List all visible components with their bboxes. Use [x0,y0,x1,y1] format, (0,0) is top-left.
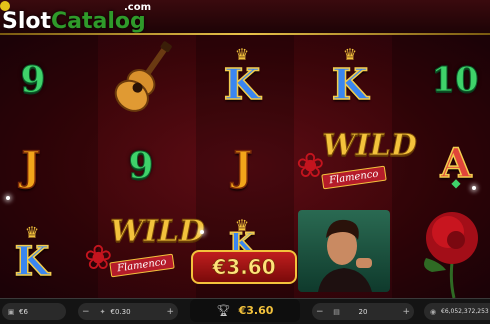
flamenco-banner: Flamenco [109,253,175,278]
symbol-wild: ❀ WILD Flamenco [82,208,205,288]
autoplay-selector: − ▤ 20 + [312,303,414,320]
bet-value: €0.30 [110,307,131,316]
king-letter: K [331,60,369,109]
total-win-value: €3.60 [238,304,274,317]
slotcatalog-watermark: Slot Catalog .com [0,1,151,34]
win-amount-popup: €3.60 [191,250,297,284]
symbol-nine: 9 [20,59,46,102]
jackpot-display: ◉ €6,052,372,253 [424,303,490,320]
rose-icon: ❀ [296,146,325,186]
king-letter: K [223,60,261,109]
rose-icon: ❀ [84,238,113,278]
symbol-king: ♛ K [2,220,62,290]
rose-icon [412,202,490,298]
guitar-icon [100,40,190,115]
symbol-king: ♛ K [318,42,382,114]
king-letter: K [14,238,50,285]
autoplay-icon: ▤ [333,307,340,316]
autoplay-increase-button[interactable]: + [398,307,414,317]
flamenco-banner: Flamenco [321,165,387,190]
trophy-icon: 🏆︎ [216,304,231,317]
symbol-jack: J [233,142,253,191]
wild-label: WILD [322,128,418,164]
watermark-com-text: .com [124,2,152,13]
watermark-slot-text: Slot [2,9,52,34]
top-gold-border [0,33,490,35]
symbol-ten: 10 [431,60,479,101]
symbol-wild: ❀ WILD Flamenco [294,124,417,200]
jackpot-value: €6,052,372,253 [441,308,489,315]
wild-label: WILD [110,214,206,250]
logo-dot-icon [0,1,10,11]
bet-decrease-button[interactable]: − [78,307,94,317]
wallet-icon: ▣ [7,307,15,316]
win-amount-text: €3.60 [212,255,276,280]
jackpot-icon: ◉ [429,307,437,316]
bet-selector: − ✦ €0.30 + [78,303,178,320]
autoplay-decrease-button[interactable]: − [312,307,328,317]
chip-icon: ✦ [99,307,106,316]
total-win-display: 🏆︎ €3.60 [190,299,300,322]
sparkle-icon [6,196,10,200]
balance-display: ▣ €6 [2,303,66,320]
gem-icon: ◆ [451,176,461,190]
symbol-jack: J [21,142,41,191]
symbol-king: ♛ K [210,42,274,114]
sparkle-icon [200,230,204,234]
sparkle-icon [472,186,476,190]
bet-increase-button[interactable]: + [162,307,178,317]
dancer-symbol [298,210,390,292]
autoplay-value: 20 [358,307,368,316]
balance-value: €6 [19,307,28,316]
symbol-nine: 9 [128,145,154,188]
